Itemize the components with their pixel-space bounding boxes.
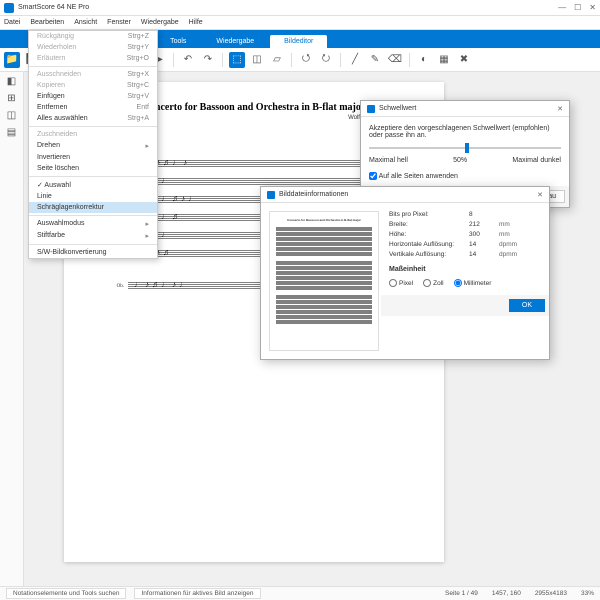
threshold-slider[interactable] <box>369 147 561 149</box>
rotate-left-button[interactable]: ⭯ <box>298 52 314 68</box>
eraser-tool[interactable]: ⌫ <box>387 52 403 68</box>
apply-all-checkbox[interactable]: Auf alle Seiten anwenden <box>369 173 458 180</box>
menu-item: ErläuternStrg+O <box>29 53 157 64</box>
threshold-instruction: Akzeptiere den vorgeschlagenen Schwellwe… <box>369 125 561 139</box>
threshold-max-label: Maximal dunkel <box>512 157 561 164</box>
unit-radio[interactable]: Pixel <box>389 279 413 287</box>
menu-item[interactable]: Invertieren <box>29 152 157 163</box>
redo-button[interactable]: ↷ <box>200 52 216 68</box>
image-info-close-button[interactable]: ✕ <box>537 191 543 199</box>
menu-window[interactable]: Fenster <box>107 19 131 26</box>
status-dims: 2955x4183 <box>535 590 567 597</box>
menu-item[interactable]: Seite löschen <box>29 163 157 174</box>
menu-item[interactable]: Schräglagenkorrektur <box>29 202 157 213</box>
line-tool[interactable]: ╱ <box>347 52 363 68</box>
select-tool[interactable]: ⬚ <box>229 52 245 68</box>
info-box[interactable]: Informationen für aktives Bild anzeigen <box>134 588 260 599</box>
titlebar: SmartScore 64 NE Pro — ☐ ✕ <box>0 0 600 16</box>
edit-dropdown: RückgängigStrg+ZWiederholenStrg+YErläute… <box>28 30 158 259</box>
status-zoom: 33% <box>581 590 594 597</box>
unit-radio[interactable]: Millimeter <box>454 279 492 287</box>
undo-button[interactable]: ↶ <box>180 52 196 68</box>
image-properties: Bits pro Pixel:8Breite:212mmHöhe:300mmHo… <box>389 211 541 351</box>
app-logo-icon <box>4 3 14 13</box>
app-title: SmartScore 64 NE Pro <box>18 4 558 11</box>
vtool-4[interactable]: ▤ <box>7 127 16 138</box>
tab-image-editor[interactable]: Bildeditor <box>270 35 327 48</box>
threshold-close-button[interactable]: ✕ <box>557 105 563 113</box>
menubar: Datei Bearbeiten Ansicht Fenster Wiederg… <box>0 16 600 30</box>
vtool-3[interactable]: ◫ <box>7 110 16 121</box>
menu-item: Zuschneiden <box>29 129 157 140</box>
menu-help[interactable]: Hilfe <box>189 19 203 26</box>
dialog-logo-icon <box>367 105 375 113</box>
threshold-dialog-title: Schwellwert <box>379 105 416 112</box>
rotate-right-button[interactable]: ⭮ <box>318 52 334 68</box>
menu-item[interactable]: Stiftfarbe▸ <box>29 230 157 242</box>
menu-item[interactable]: Auswahlmodus▸ <box>29 218 157 230</box>
app-window: SmartScore 64 NE Pro — ☐ ✕ Datei Bearbei… <box>0 0 600 600</box>
unit-heading: Maßeinheit <box>389 266 541 273</box>
menu-item[interactable]: EntfernenEntf <box>29 102 157 113</box>
menu-playback[interactable]: Wiedergabe <box>141 19 179 26</box>
menu-item[interactable]: Linie <box>29 191 157 202</box>
menu-item[interactable]: ✓ Auswahl <box>29 179 157 191</box>
image-info-ok-button[interactable]: OK <box>509 299 545 312</box>
menu-item[interactable]: S/W-Bildkonvertierung <box>29 247 157 258</box>
vtool-1[interactable]: ◧ <box>7 76 16 87</box>
tab-playback[interactable]: Wiedergabe <box>202 35 268 48</box>
tab-tools[interactable]: Tools <box>156 35 200 48</box>
status-page: Seite 1 / 49 <box>445 590 478 597</box>
vtool-2[interactable]: ⊞ <box>7 93 15 104</box>
invert-button[interactable]: ◐ <box>416 52 432 68</box>
menu-item[interactable]: Drehen▸ <box>29 140 157 152</box>
dialog-logo-icon <box>267 191 275 199</box>
pen-tool[interactable]: ✎ <box>367 52 383 68</box>
menu-item[interactable]: EinfügenStrg+V <box>29 91 157 102</box>
image-info-title: Bilddateiinformationen <box>279 191 348 198</box>
crop-tool[interactable]: ◫ <box>249 52 265 68</box>
menu-item: AusschneidenStrg+X <box>29 69 157 80</box>
close-button[interactable]: ✕ <box>589 3 596 12</box>
search-box[interactable]: Notationselemente und Tools suchen <box>6 588 126 599</box>
vertical-toolbar: ◧ ⊞ ◫ ▤ <box>0 72 24 586</box>
unit-radio[interactable]: Zoll <box>423 279 443 287</box>
menu-edit[interactable]: Bearbeiten <box>30 19 64 26</box>
deskew-tool[interactable]: ▱ <box>269 52 285 68</box>
menu-item: RückgängigStrg+Z <box>29 31 157 42</box>
image-info-dialog: Bilddateiinformationen ✕ Concerto for Ba… <box>260 186 550 360</box>
delete-button[interactable]: ✖ <box>456 52 472 68</box>
menu-item: KopierenStrg+C <box>29 80 157 91</box>
menu-file[interactable]: Datei <box>4 19 20 26</box>
maximize-button[interactable]: ☐ <box>574 3 581 12</box>
menu-item: WiederholenStrg+Y <box>29 42 157 53</box>
menu-view[interactable]: Ansicht <box>74 19 97 26</box>
image-thumbnail: Concerto for Bassoon and Orchestra in B-… <box>269 211 379 351</box>
threshold-min-label: Maximal hell <box>369 157 408 164</box>
minimize-button[interactable]: — <box>558 3 566 12</box>
threshold-value: 50% <box>453 157 467 164</box>
status-coords: 1457, 160 <box>492 590 521 597</box>
statusbar: Notationselemente und Tools suchen Infor… <box>0 586 600 600</box>
menu-item[interactable]: Alles auswählenStrg+A <box>29 113 157 124</box>
threshold-button[interactable]: ▦ <box>436 52 452 68</box>
open-button[interactable]: 📁 <box>4 52 20 68</box>
